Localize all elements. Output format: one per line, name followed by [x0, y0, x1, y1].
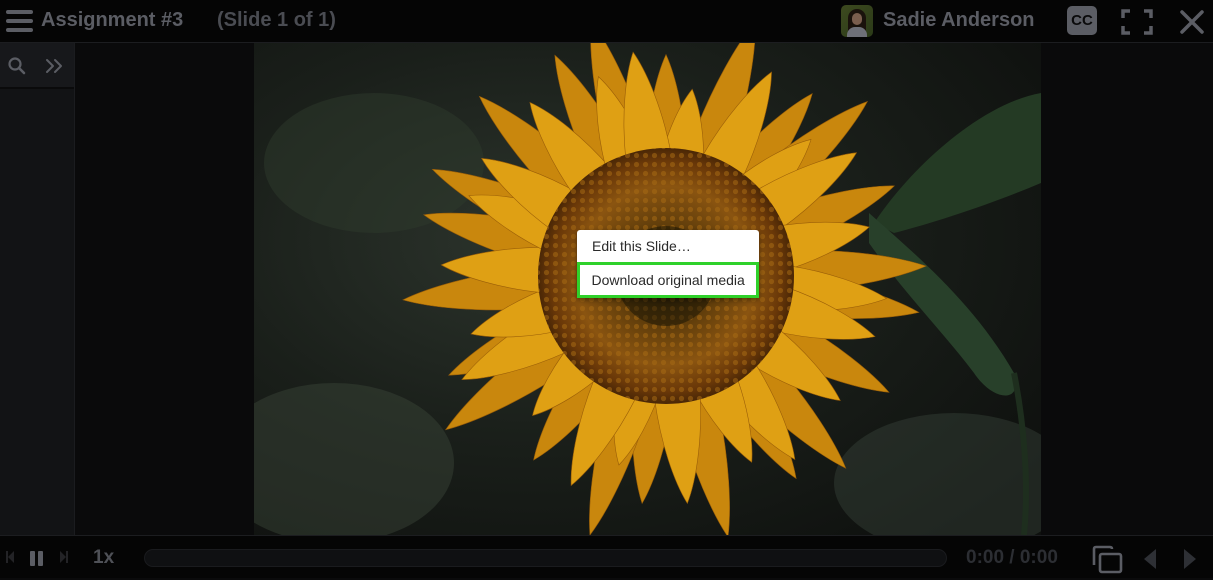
menu-item-edit-slide[interactable]: Edit this Slide…	[577, 230, 759, 262]
user-avatar[interactable]	[841, 5, 873, 37]
next-slide-icon	[1184, 549, 1196, 569]
menu-item-label: Edit this Slide…	[592, 238, 691, 254]
time-display: 0:00 / 0:00	[966, 547, 1058, 568]
previous-slide-icon	[1144, 549, 1156, 569]
step-back-icon	[6, 551, 14, 563]
closed-captions-button[interactable]: CC	[1067, 6, 1097, 35]
sidebar-toolbar	[0, 43, 74, 89]
pause-button[interactable]	[30, 551, 43, 566]
progress-scrubber[interactable]	[144, 549, 947, 567]
top-bar: Assignment #3 (Slide 1 of 1) Sadie Ander…	[0, 0, 1213, 43]
user-name[interactable]: Sadie Anderson	[883, 9, 1035, 32]
assignment-title: Assignment #3	[41, 9, 184, 31]
playback-speed-button[interactable]: 1x	[93, 547, 114, 569]
fullscreen-button[interactable]	[1121, 9, 1153, 35]
menu-item-label: Download original media	[591, 271, 745, 288]
slide-sidebar	[0, 43, 75, 535]
previous-slide-button[interactable]	[1142, 548, 1158, 570]
avatar-face	[852, 13, 862, 25]
slide-counter: (Slide 1 of 1)	[217, 9, 336, 31]
close-button[interactable]	[1177, 7, 1207, 37]
context-menu: Edit this Slide… Download original media	[577, 230, 759, 298]
picture-in-picture-button[interactable]	[1091, 545, 1123, 575]
next-slide-button[interactable]	[1182, 548, 1198, 570]
pause-icon	[38, 551, 43, 566]
fullscreen-icon	[1121, 9, 1153, 35]
step-forward-icon	[60, 551, 68, 563]
search-icon	[8, 57, 26, 75]
step-back-button[interactable]	[6, 550, 14, 563]
close-x-icon	[1180, 10, 1204, 34]
step-forward-button[interactable]	[60, 550, 68, 563]
player-controls: 1x 0:00 / 0:00	[0, 535, 1213, 578]
menu-item-download-original-media[interactable]: Download original media	[577, 262, 759, 298]
hamburger-menu-icon[interactable]	[6, 9, 33, 33]
picture-in-picture-icon	[1092, 545, 1123, 574]
expand-sidebar-button[interactable]	[44, 56, 66, 76]
double-chevron-right-icon	[46, 59, 62, 73]
avatar-shirt	[847, 27, 867, 37]
pause-icon	[30, 551, 35, 566]
search-button[interactable]	[7, 56, 27, 76]
